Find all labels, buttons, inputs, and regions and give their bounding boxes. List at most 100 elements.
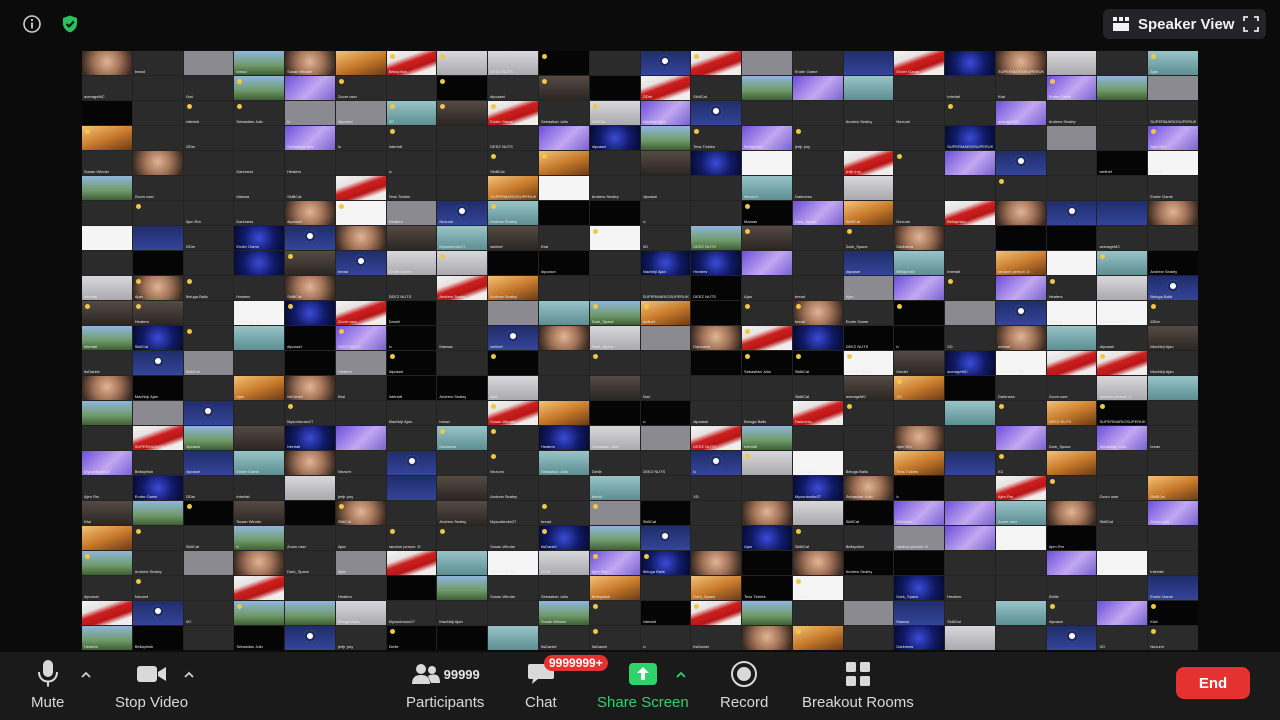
participant-tile[interactable] <box>742 76 792 100</box>
participant-tile[interactable]: Kiwi <box>538 226 589 250</box>
participant-tile[interactable] <box>335 401 386 425</box>
participant-tile[interactable]: dipcasei <box>335 101 386 125</box>
participant-tile[interactable] <box>691 551 742 575</box>
participant-tile[interactable]: Ender Game <box>132 476 183 500</box>
participant-tile[interactable] <box>742 151 792 175</box>
participant-tile[interactable] <box>437 126 488 150</box>
participant-tile[interactable] <box>437 76 488 100</box>
participant-tile[interactable] <box>183 551 234 575</box>
participant-tile[interactable]: Susan Winder <box>488 576 538 600</box>
participant-tile[interactable]: dipcasei <box>589 126 640 150</box>
participant-tile[interactable]: Nezumi <box>335 451 386 475</box>
encryption-status-button[interactable] <box>56 10 84 38</box>
participant-tile[interactable]: Sebastian Julio <box>742 351 792 375</box>
participant-tile[interactable]: Zoom user <box>1097 476 1148 500</box>
participant-tile[interactable] <box>82 251 132 275</box>
participant-tile[interactable]: Ajan <box>843 276 894 300</box>
participant-tile[interactable]: bread <box>437 401 488 425</box>
participant-tile[interactable]: Bellaphish <box>132 626 183 650</box>
participant-tile[interactable]: Sebastian Julio <box>843 476 894 500</box>
participant-tile[interactable] <box>1097 276 1148 300</box>
participant-tile[interactable]: Ajen Rm <box>183 201 234 225</box>
participant-tile[interactable]: Ajen Rm <box>995 476 1046 500</box>
participant-tile[interactable]: Ajan <box>335 526 386 550</box>
participant-tile[interactable]: Ender Game <box>1046 76 1097 100</box>
participant-tile[interactable]: DEEZ NUTS <box>488 126 538 150</box>
participant-tile[interactable] <box>132 601 183 625</box>
participant-tile[interactable] <box>234 551 285 575</box>
participant-tile[interactable] <box>792 101 843 125</box>
participant-tile[interactable] <box>691 376 742 400</box>
participant-tile[interactable]: Nezumi <box>488 451 538 475</box>
participant-tile[interactable] <box>132 126 183 150</box>
participant-tile[interactable]: Mamas <box>437 326 488 350</box>
participant-tile[interactable] <box>437 251 488 275</box>
participant-tile[interactable] <box>691 201 742 225</box>
participant-tile[interactable]: Bellaphish <box>894 251 945 275</box>
participant-tile[interactable]: dipcasei <box>1046 601 1097 625</box>
participant-tile[interactable] <box>995 276 1046 300</box>
participant-tile[interactable]: XD <box>691 476 742 500</box>
participant-tile[interactable] <box>82 226 132 250</box>
participant-tile[interactable] <box>285 601 335 625</box>
participant-tile[interactable]: Ender Game <box>234 226 285 250</box>
participant-tile[interactable]: Darkness <box>234 151 285 175</box>
participant-tile[interactable] <box>335 151 386 175</box>
participant-tile[interactable] <box>538 201 589 225</box>
participant-tile[interactable] <box>183 176 234 200</box>
participant-tile[interactable] <box>285 301 335 325</box>
participant-tile[interactable]: Sebastian Julio <box>538 576 589 600</box>
participant-tile[interactable] <box>742 626 792 650</box>
participant-tile[interactable]: dipcasei <box>488 76 538 100</box>
participant-tile[interactable]: Mysonbroke27 <box>1097 301 1148 325</box>
participant-tile[interactable]: XD <box>945 326 995 350</box>
participant-tile[interactable] <box>1148 526 1198 550</box>
participant-tile[interactable] <box>995 301 1046 325</box>
participant-tile[interactable] <box>538 401 589 425</box>
participant-tile[interactable]: Mysonbroke27 <box>285 401 335 425</box>
participant-tile[interactable] <box>538 276 589 300</box>
participant-tile[interactable]: Darkness <box>792 401 843 425</box>
participant-tile[interactable]: Beluga Balls <box>640 551 691 575</box>
participant-tile[interactable] <box>437 476 488 500</box>
participant-tile[interactable]: Mysonbroke27 <box>437 226 488 250</box>
participant-tile[interactable]: Nezumi <box>132 576 183 600</box>
share-screen-options-caret[interactable] <box>675 666 687 684</box>
participant-tile[interactable] <box>335 226 386 250</box>
participant-tile[interactable] <box>183 301 234 325</box>
participant-tile[interactable]: Darkness <box>792 176 843 200</box>
participant-tile[interactable]: Dielle <box>589 451 640 475</box>
participant-tile[interactable] <box>691 601 742 625</box>
participant-tile[interactable]: Heaters <box>945 576 995 600</box>
participant-tile[interactable]: DEEZ NUTS <box>691 426 742 450</box>
participant-tile[interactable] <box>538 176 589 200</box>
video-options-caret[interactable] <box>183 666 195 684</box>
participant-tile[interactable]: ItsDaniel <box>538 626 589 650</box>
participant-tile[interactable] <box>995 176 1046 200</box>
participant-tile[interactable]: SkillCat <box>335 501 386 525</box>
participant-tile[interactable]: bread <box>1148 426 1198 450</box>
participant-tile[interactable] <box>132 101 183 125</box>
participant-tile[interactable]: Susan Winder <box>234 501 285 525</box>
participant-tile[interactable]: Kiwi <box>995 76 1046 100</box>
participant-tile[interactable]: Heaters <box>792 576 843 600</box>
participant-tile[interactable] <box>691 51 742 75</box>
participant-tile[interactable] <box>132 76 183 100</box>
participant-tile[interactable] <box>1097 176 1148 200</box>
participant-tile[interactable]: Ajan <box>742 526 792 550</box>
participant-tile[interactable]: Nezumi <box>894 201 945 225</box>
participant-tile[interactable]: Heaters <box>132 301 183 325</box>
participant-tile[interactable]: ZiDer <box>183 476 234 500</box>
participant-tile[interactable]: Ajen Rm <box>1046 526 1097 550</box>
participant-tile[interactable]: Mysonbroke27 <box>386 601 437 625</box>
participant-tile[interactable] <box>589 601 640 625</box>
participant-tile[interactable]: Sebastian Julio <box>995 351 1046 375</box>
participant-tile[interactable]: Interlatt <box>640 601 691 625</box>
participant-tile[interactable]: averageMC <box>843 376 894 400</box>
participant-tile[interactable] <box>183 576 234 600</box>
participant-tile[interactable] <box>437 176 488 200</box>
participant-tile[interactable] <box>285 501 335 525</box>
participant-tile[interactable]: Mamas <box>742 201 792 225</box>
participant-tile[interactable] <box>589 51 640 75</box>
participant-tile[interactable] <box>1097 251 1148 275</box>
